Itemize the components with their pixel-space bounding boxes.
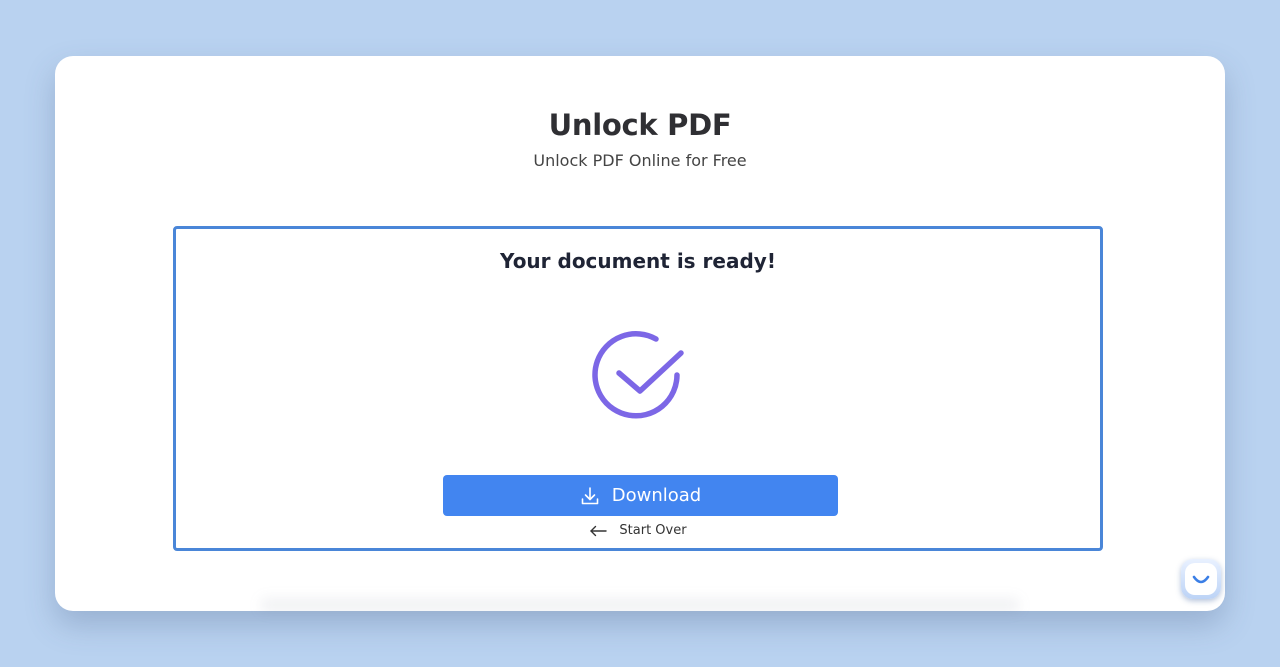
card-shadow [260,598,1020,612]
download-button[interactable]: Download [443,475,838,516]
page-subtitle: Unlock PDF Online for Free [533,151,747,170]
smile-chat-icon [1185,563,1217,595]
main-card: Unlock PDF Unlock PDF Online for Free Yo… [55,56,1225,611]
ready-heading: Your document is ready! [500,249,776,273]
page-title: Unlock PDF [548,108,732,142]
start-over-label: Start Over [619,523,687,538]
download-label: Download [611,485,702,506]
result-panel: Your document is ready! Download Start O… [173,226,1103,551]
start-over-link[interactable]: Start Over [176,523,1100,538]
check-circle-icon [592,325,692,425]
chat-widget-button[interactable] [1181,559,1221,599]
arrow-left-icon [589,525,608,537]
download-icon [580,486,600,506]
